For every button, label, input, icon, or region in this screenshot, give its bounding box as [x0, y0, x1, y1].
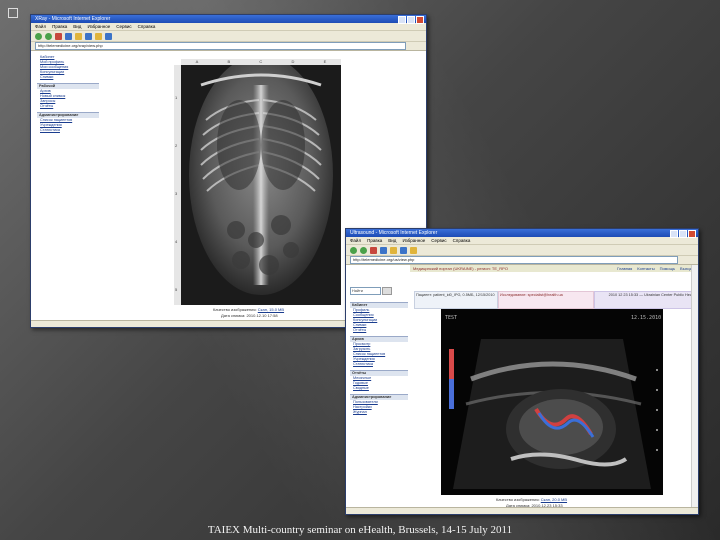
slide: { "window1": { "title": "XRay - Microsof… — [0, 0, 720, 540]
ruler-label: 2 — [175, 143, 178, 148]
address-bar: http://telemedicine.org/us/view.php — [346, 256, 698, 265]
forward-icon[interactable] — [45, 32, 52, 40]
svg-text:TEST: TEST — [445, 315, 457, 321]
search-icon[interactable] — [400, 246, 407, 254]
address-input[interactable]: http://telemedicine.org/xray/view.php — [35, 42, 406, 50]
close-icon[interactable] — [688, 230, 696, 238]
quality-link[interactable]: Скан, 20.0 MB — [541, 497, 567, 502]
toolbar — [346, 245, 698, 256]
quality-label: Качество изображения: — [213, 307, 257, 312]
menu-edit[interactable]: Правка — [367, 237, 382, 244]
minimize-icon[interactable] — [398, 16, 406, 24]
window-title: XRay - Microsoft Internet Explorer — [35, 16, 111, 22]
menu-favorites[interactable]: Избранное — [87, 23, 110, 30]
stop-icon[interactable] — [55, 32, 62, 40]
menu-tools[interactable]: Сервис — [431, 237, 446, 244]
sidebar-item[interactable]: Сводные — [350, 386, 408, 391]
sidebar-item[interactable]: Снимки — [37, 75, 99, 80]
examiner-info[interactable]: Исследование: specialist@health.ua — [498, 291, 594, 309]
address-bar: http://telemedicine.org/xray/view.php — [31, 42, 426, 51]
sidebar-item[interactable]: Статистика — [350, 362, 408, 367]
close-icon[interactable] — [416, 16, 424, 24]
minimize-icon[interactable] — [670, 230, 678, 238]
quality-link[interactable]: Скан, 15.0 MB — [258, 307, 284, 312]
patient-info: Пациент: patient_id0_IPG, 0.5МБ, 12/15/2… — [414, 291, 498, 309]
image-quality-caption: Качество изображения: Скан, 20.0 MB — [496, 497, 567, 502]
ruler-label: 5 — [175, 287, 178, 292]
sidebar-item[interactable]: Отчёты — [350, 328, 408, 333]
menu-bar: Файл Правка Вид Избранное Сервис Справка — [346, 237, 698, 245]
sidebar: Кабинет Профиль Сообщения Консультации С… — [350, 299, 408, 415]
ruler-label: 3 — [175, 191, 178, 196]
scrollbar[interactable] — [691, 265, 698, 514]
sidebar-item[interactable]: Статистика — [37, 128, 99, 133]
image-ruler-side: 1 2 3 4 5 — [174, 65, 181, 305]
menu-view[interactable]: Вид — [73, 23, 81, 30]
title-bar[interactable]: Ultrasound - Microsoft Internet Explorer — [346, 229, 698, 238]
nav-contacts[interactable]: Контакты — [637, 265, 654, 272]
menu-file[interactable]: Файл — [35, 23, 46, 30]
menu-view[interactable]: Вид — [388, 237, 396, 244]
menu-bar: Файл Правка Вид Избранное Сервис Справка — [31, 23, 426, 31]
image-date: Дата снимка: 2010.12.10 17:58 — [221, 313, 278, 318]
menu-edit[interactable]: Правка — [52, 23, 67, 30]
ruler-label: 1 — [175, 95, 178, 100]
browser-window-ultrasound[interactable]: Ultrasound - Microsoft Internet Explorer… — [345, 228, 699, 515]
ultrasound-image[interactable]: TEST 12.15.2010 — [441, 309, 663, 495]
svg-text:12.15.2010: 12.15.2010 — [631, 315, 661, 321]
slide-bullet-icon — [8, 8, 18, 18]
window-controls — [670, 230, 696, 238]
favorites-icon[interactable] — [95, 32, 102, 40]
status-bar — [346, 507, 698, 514]
quality-label: Качество изображения: — [496, 497, 540, 502]
maximize-icon[interactable] — [679, 230, 687, 238]
search-input[interactable]: Найти — [350, 287, 381, 295]
stop-icon[interactable] — [370, 246, 377, 254]
title-bar[interactable]: XRay - Microsoft Internet Explorer — [31, 15, 426, 24]
maximize-icon[interactable] — [407, 16, 415, 24]
institution-info: 2010 12 23 15:33 — Ukrainian Center Publ… — [594, 291, 698, 309]
study-info-row: Пациент: patient_id0_IPG, 0.5МБ, 12/15/2… — [410, 291, 698, 309]
image-quality-caption: Качество изображения: Скан, 15.0 MB — [213, 307, 284, 312]
xray-image[interactable] — [181, 65, 341, 305]
back-icon[interactable] — [35, 32, 42, 40]
sidebar-item[interactable]: Журнал — [350, 410, 408, 415]
refresh-icon[interactable] — [380, 246, 387, 254]
toolbar — [31, 31, 426, 42]
menu-help[interactable]: Справка — [138, 23, 156, 30]
favorites-icon[interactable] — [410, 246, 417, 254]
search-icon[interactable] — [85, 32, 92, 40]
print-icon[interactable] — [105, 32, 112, 40]
nav-help[interactable]: Помощь — [660, 265, 675, 272]
top-nav: Главная Контакты Помощь Выход — [617, 265, 692, 272]
address-input[interactable]: http://telemedicine.org/us/view.php — [350, 256, 678, 264]
menu-help[interactable]: Справка — [453, 237, 471, 244]
sidebar-item[interactable]: Отчёты — [37, 104, 99, 109]
window-title: Ultrasound - Microsoft Internet Explorer — [350, 230, 438, 236]
home-icon[interactable] — [75, 32, 82, 40]
window-controls — [398, 16, 424, 24]
menu-tools[interactable]: Сервис — [116, 23, 131, 30]
home-icon[interactable] — [390, 246, 397, 254]
forward-icon[interactable] — [360, 246, 367, 254]
nav-home[interactable]: Главная — [617, 265, 632, 272]
sidebar: Кабинет Мой профиль Мои сообщения Консул… — [37, 55, 99, 133]
ruler-label: 4 — [175, 239, 178, 244]
search-button[interactable] — [382, 287, 392, 295]
back-icon[interactable] — [350, 246, 357, 254]
menu-file[interactable]: Файл — [350, 237, 361, 244]
menu-favorites[interactable]: Избранное — [402, 237, 425, 244]
refresh-icon[interactable] — [65, 32, 72, 40]
slide-footer: TAIEX Multi-country seminar on eHealth, … — [207, 524, 513, 536]
